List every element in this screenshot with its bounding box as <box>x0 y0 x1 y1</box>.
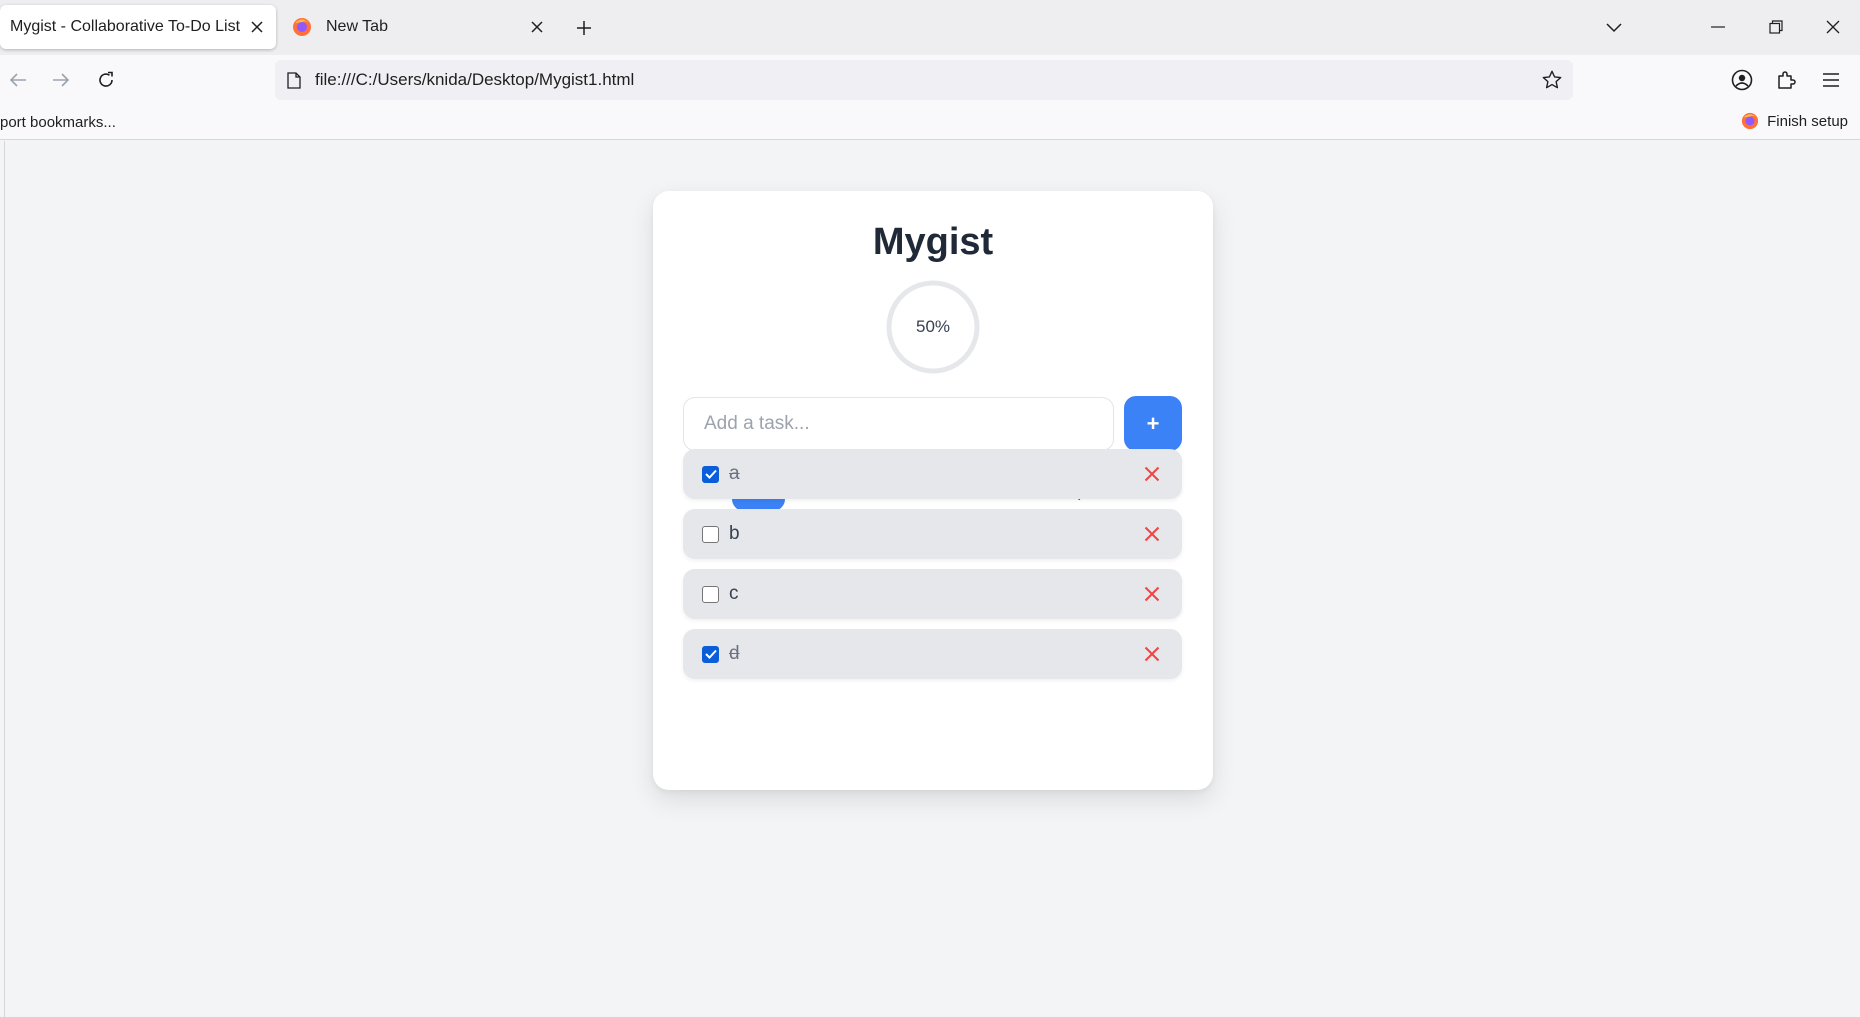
browser-nav-bar: file:///C:/Users/knida/Desktop/Mygist1.h… <box>0 55 1860 106</box>
content-divider <box>4 141 5 1017</box>
reload-icon[interactable] <box>91 65 121 95</box>
tab-close-icon[interactable] <box>522 12 552 42</box>
task-label: d <box>729 643 740 664</box>
task-label: b <box>729 523 740 544</box>
firefox-icon <box>1741 112 1759 130</box>
import-bookmarks-link[interactable]: port bookmarks... <box>0 114 116 131</box>
tab-close-icon[interactable] <box>242 12 272 42</box>
app-title: Mygist <box>872 221 994 263</box>
delete-x-icon[interactable] <box>1140 642 1164 666</box>
bookmarks-toolbar: port bookmarks... Finish setup <box>0 106 1860 140</box>
finish-setup-link[interactable]: Finish setup <box>1741 112 1848 130</box>
task-label: c <box>729 583 739 604</box>
task-checkbox[interactable] <box>702 645 719 663</box>
page-icon <box>287 71 301 89</box>
new-tab-plus-icon[interactable] <box>570 14 598 42</box>
browser-tab-mygist[interactable]: Mygist - Collaborative To-Do List <box>0 5 276 49</box>
account-icon[interactable] <box>1727 65 1757 95</box>
task-checkbox[interactable] <box>702 525 719 543</box>
progress-label: 50% <box>915 317 951 336</box>
task-label: a <box>729 463 740 484</box>
url-text: file:///C:/Users/knida/Desktop/Mygist1.h… <box>315 70 635 89</box>
firefox-icon <box>292 17 312 37</box>
bookmark-star-icon[interactable] <box>1541 69 1563 91</box>
delete-x-icon[interactable] <box>1140 582 1164 606</box>
minimize-icon[interactable] <box>1703 12 1733 42</box>
hamburger-menu-icon[interactable] <box>1816 65 1846 95</box>
restore-window-icon[interactable] <box>1761 12 1791 42</box>
task-item: c <box>683 569 1182 619</box>
delete-x-icon[interactable] <box>1140 522 1164 546</box>
tab-title: New Tab <box>326 18 388 35</box>
browser-tab-bar: Mygist - Collaborative To-Do List New Ta… <box>0 0 1860 55</box>
finish-setup-label: Finish setup <box>1767 112 1848 130</box>
delete-x-icon[interactable] <box>1140 462 1164 486</box>
forward-arrow-icon[interactable] <box>46 65 76 95</box>
task-item: b <box>683 509 1182 559</box>
todo-card: Mygist 50% + All Active Completed a b c … <box>653 191 1213 790</box>
task-checkbox[interactable] <box>702 585 719 603</box>
task-item: d <box>683 629 1182 679</box>
tab-title: Mygist - Collaborative To-Do List <box>10 18 241 35</box>
list-all-tabs-chevron-down-icon[interactable] <box>1600 14 1628 42</box>
task-checkbox[interactable] <box>702 465 719 483</box>
url-bar[interactable]: file:///C:/Users/knida/Desktop/Mygist1.h… <box>275 60 1573 100</box>
add-task-button[interactable]: + <box>1124 396 1182 451</box>
close-window-icon[interactable] <box>1818 12 1848 42</box>
task-item: a <box>683 449 1182 499</box>
browser-tab-new-tab[interactable]: New Tab <box>280 5 556 49</box>
task-input[interactable] <box>683 397 1114 451</box>
extensions-puzzle-icon[interactable] <box>1771 65 1801 95</box>
back-arrow-icon[interactable] <box>3 65 33 95</box>
